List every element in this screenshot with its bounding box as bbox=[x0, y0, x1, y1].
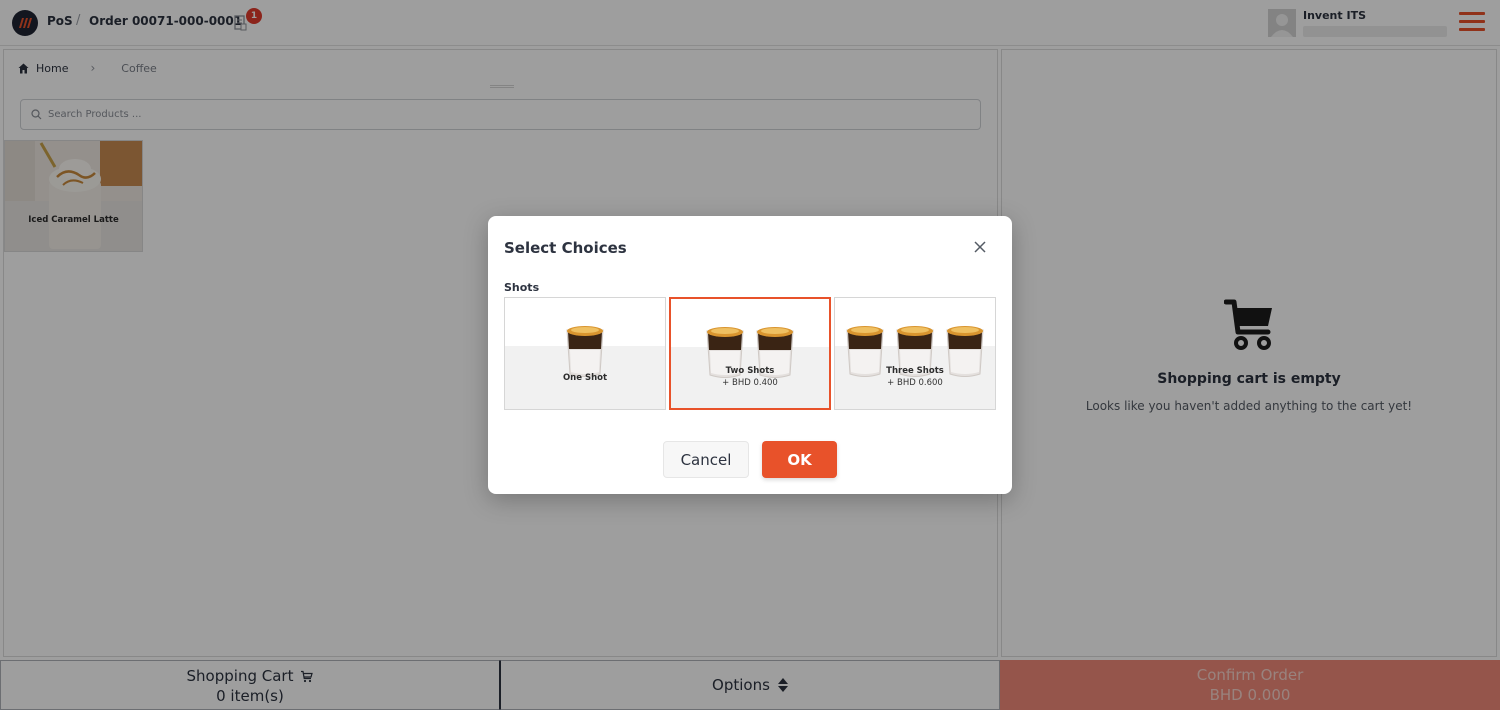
choice-label: One Shot bbox=[562, 373, 608, 383]
dialog-title: Select Choices bbox=[504, 239, 627, 257]
choice-two-shots[interactable]: Two Shots + BHD 0.400 bbox=[669, 297, 831, 410]
select-choices-dialog: Select Choices Shots One Shot Two Shots … bbox=[488, 216, 1012, 494]
ok-button[interactable]: OK bbox=[762, 441, 837, 478]
espresso-cup-icon bbox=[566, 326, 604, 377]
close-icon[interactable] bbox=[974, 241, 986, 253]
choice-group-label: Shots bbox=[504, 281, 540, 294]
choice-list: One Shot Two Shots + BHD 0.400 Three Sho… bbox=[504, 297, 996, 410]
choice-label: Two Shots bbox=[725, 366, 775, 376]
choice-one-shot[interactable]: One Shot bbox=[504, 297, 666, 410]
choice-three-shots[interactable]: Three Shots + BHD 0.600 bbox=[834, 297, 996, 410]
choice-label: Three Shots bbox=[886, 366, 944, 376]
cancel-button[interactable]: Cancel bbox=[663, 441, 749, 478]
choice-price: + BHD 0.600 bbox=[887, 378, 943, 388]
choice-price: + BHD 0.400 bbox=[722, 378, 778, 388]
